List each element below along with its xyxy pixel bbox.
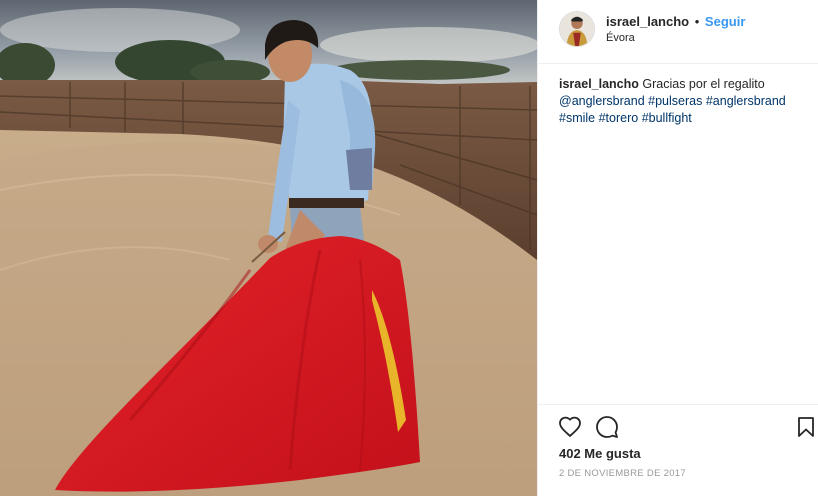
caption-tag[interactable]: @anglersbrand <box>559 94 645 108</box>
caption-tag[interactable]: #torero <box>599 111 639 125</box>
post-date: 2 DE NOVIEMBRE DE 2017 <box>559 468 686 479</box>
post-photo[interactable] <box>0 0 537 496</box>
avatar[interactable] <box>559 11 595 47</box>
caption-username[interactable]: israel_lancho <box>559 77 639 91</box>
header-line: israel_lancho • Seguir <box>606 14 745 29</box>
caption-text: Gracias por el regalito <box>642 77 765 91</box>
post-caption: israel_lancho Gracias por el regalito @a… <box>559 76 809 127</box>
caption-tag[interactable]: #anglersbrand <box>706 94 786 108</box>
post-header: israel_lancho • Seguir Évora <box>538 0 818 64</box>
separator-dot: • <box>694 14 700 29</box>
caption-tag[interactable]: #bullfight <box>642 111 692 125</box>
comment-icon[interactable] <box>595 415 619 439</box>
username-link[interactable]: israel_lancho <box>606 14 689 29</box>
likes-count[interactable]: 402 Me gusta <box>559 446 641 461</box>
bookmark-icon[interactable] <box>796 416 816 438</box>
caption-tag[interactable]: #pulseras <box>648 94 702 108</box>
caption-tag[interactable]: #smile <box>559 111 595 125</box>
location-link[interactable]: Évora <box>606 32 635 44</box>
post-side-panel: israel_lancho • Seguir Évora israel_lanc… <box>537 0 818 496</box>
follow-button[interactable]: Seguir <box>705 14 745 29</box>
post-actions: 402 Me gusta 2 DE NOVIEMBRE DE 2017 <box>538 404 818 496</box>
heart-icon[interactable] <box>558 415 582 439</box>
